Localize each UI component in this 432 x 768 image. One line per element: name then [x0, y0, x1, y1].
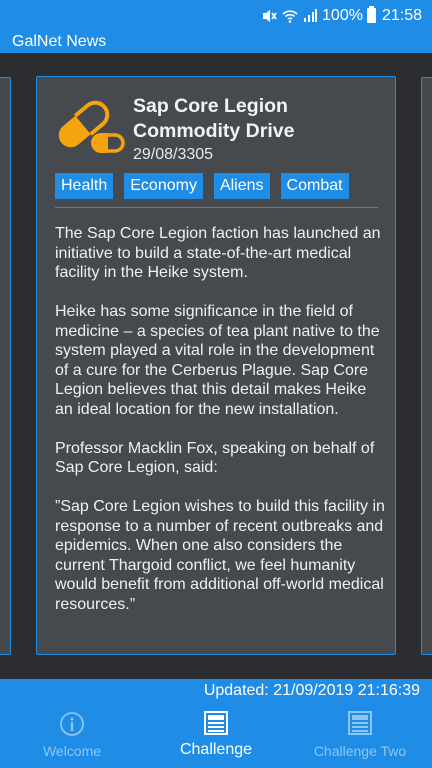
nav-welcome[interactable]: Welcome — [0, 711, 144, 759]
newspaper-icon — [144, 711, 288, 737]
divider — [55, 207, 378, 208]
status-time: 21:58 — [381, 6, 422, 24]
bottom-navigation: Updated: 21/09/2019 21:16:39 Welcome Cha… — [0, 679, 432, 768]
app-bar: GalNet News — [0, 31, 432, 53]
nav-label: Welcome — [42, 743, 102, 759]
updated-timestamp: Updated: 21/09/2019 21:16:39 — [203, 682, 420, 699]
tag-aliens[interactable]: Aliens — [213, 173, 270, 199]
app-title: GalNet News — [12, 33, 107, 50]
previous-card[interactable] — [0, 77, 11, 655]
article-paragraph: Heike has some significance in the field… — [55, 303, 380, 418]
tag-health[interactable]: Health — [55, 173, 114, 199]
next-card[interactable] — [421, 77, 432, 655]
capsule-pills-icon — [53, 95, 127, 159]
nav-challenge-two[interactable]: Challenge Two — [288, 711, 432, 759]
tag-economy[interactable]: Economy — [124, 173, 203, 199]
nav-challenge[interactable]: Challenge — [144, 711, 288, 759]
article-body: The Sap Core Legion faction has launched… — [55, 224, 385, 634]
article-title: Sap Core Legion Commodity Drive — [133, 95, 295, 142]
news-card[interactable]: Sap Core Legion Commodity Drive 29/08/33… — [36, 76, 396, 655]
article-paragraph: Professor Macklin Fox, speaking on behal… — [55, 439, 375, 477]
info-icon — [0, 711, 144, 737]
signal-icon — [303, 8, 318, 23]
newspaper-icon — [288, 711, 432, 737]
battery-level: 100% — [322, 6, 363, 24]
mute-icon — [261, 9, 277, 23]
status-bar: 100% 21:58 — [0, 0, 432, 31]
article-paragraph: ”Sap Core Legion wishes to build this fa… — [55, 498, 385, 613]
tag-combat[interactable]: Combat — [280, 173, 349, 199]
news-carousel[interactable]: Sap Core Legion Commodity Drive 29/08/33… — [0, 53, 432, 679]
nav-label: Challenge — [179, 741, 253, 758]
article-paragraph: The Sap Core Legion faction has launched… — [55, 225, 381, 281]
wifi-icon — [282, 9, 298, 23]
battery-icon — [366, 6, 376, 23]
nav-label: Challenge Two — [313, 743, 407, 759]
article-date: 29/08/3305 — [133, 146, 214, 163]
tag-list: Health Economy Aliens Combat — [55, 173, 360, 199]
